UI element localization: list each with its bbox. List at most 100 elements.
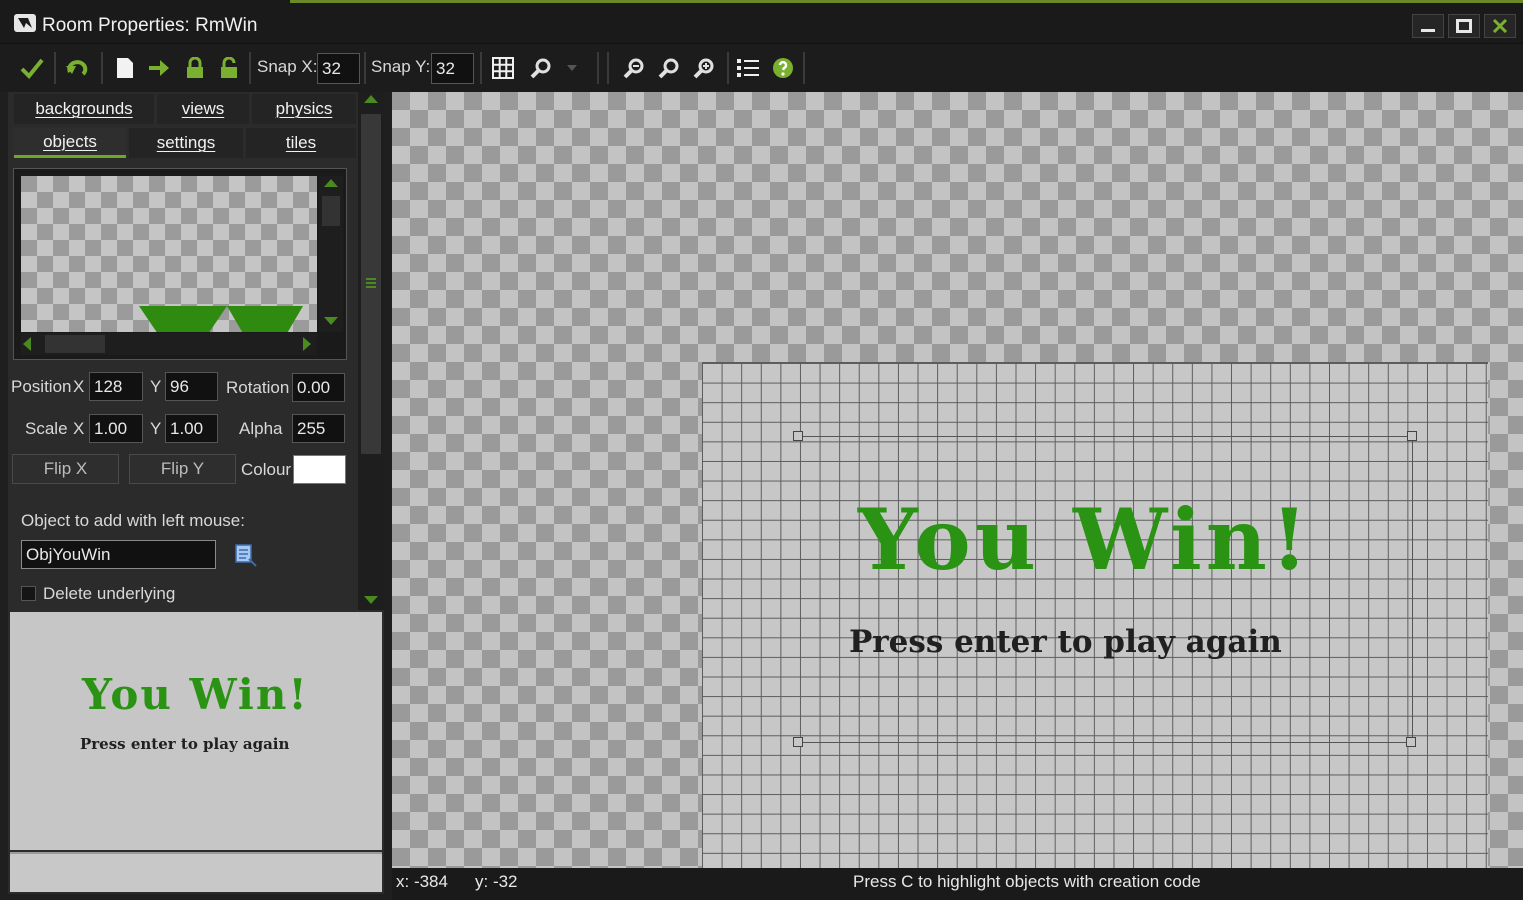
delete-underlying-checkbox[interactable] (21, 586, 36, 601)
toolbar-separator (607, 52, 609, 84)
unlock-all-button[interactable] (214, 53, 244, 83)
scale-label: Scale (25, 419, 68, 438)
snap-x-input[interactable] (317, 53, 360, 84)
ok-button[interactable] (17, 53, 47, 83)
app-icon (14, 14, 36, 32)
object-picker-icon (235, 544, 257, 567)
toolbar-separator (101, 52, 103, 84)
selection-top-edge (798, 436, 1412, 437)
instance-list-button[interactable] (733, 53, 763, 83)
zoom-in-icon (693, 58, 714, 79)
scroll-down-icon[interactable] (323, 316, 339, 326)
zoom-out-icon (623, 58, 644, 79)
close-button[interactable] (1484, 14, 1516, 38)
flip-y-button[interactable]: Flip Y (129, 454, 236, 484)
snap-y-label: Snap Y: (371, 57, 431, 76)
toolbar-separator (727, 52, 729, 84)
selection-bottom-edge (798, 742, 1412, 743)
alpha-label: Alpha (239, 419, 283, 438)
scroll-up-icon[interactable] (363, 94, 379, 104)
scale-x-input[interactable] (89, 414, 143, 443)
tab-tiles[interactable]: tiles (246, 128, 356, 158)
selection-handle-top-left[interactable] (793, 431, 803, 441)
preview-vertical-scrollbar[interactable] (319, 176, 343, 332)
arrow-right-icon (149, 60, 169, 76)
scroll-down-icon[interactable] (363, 595, 379, 605)
scroll-up-icon[interactable] (323, 178, 339, 188)
lock-all-button[interactable] (180, 53, 210, 83)
window-title: Room Properties: RmWin (42, 15, 258, 36)
tab-physics[interactable]: physics (252, 94, 356, 124)
thumbnail-footer (10, 852, 382, 892)
toolbar-separator (54, 52, 56, 84)
room-subheading-text: Press enter to play again (849, 624, 1282, 660)
scroll-right-icon[interactable] (302, 336, 312, 352)
scale-x-label: X (73, 419, 85, 438)
thumbnail-subheading: Press enter to play again (80, 735, 290, 753)
magnifier-icon (530, 58, 551, 79)
help-button[interactable] (768, 53, 798, 83)
lock-icon (187, 57, 203, 78)
scroll-left-icon[interactable] (22, 336, 32, 352)
alpha-input[interactable] (292, 414, 345, 443)
undo-icon (66, 60, 88, 76)
flip-x-button[interactable]: Flip X (12, 454, 119, 484)
maximize-button[interactable] (1448, 14, 1480, 38)
zoom-reset-icon (658, 58, 679, 79)
room-area-grid[interactable] (702, 362, 1488, 868)
scale-y-input[interactable] (165, 414, 218, 443)
toolbar-separator (480, 52, 482, 84)
shift-instances-button[interactable] (144, 53, 174, 83)
object-sprite-preview (21, 176, 317, 332)
cursor-x-readout: x: -384 (396, 872, 448, 891)
snap-y-input[interactable] (431, 53, 474, 84)
tab-backgrounds[interactable]: backgrounds (14, 94, 154, 124)
chevron-down-icon (567, 65, 577, 71)
scale-y-label: Y (150, 419, 162, 438)
minimize-button[interactable] (1412, 14, 1444, 38)
room-thumbnail[interactable]: You Win! Press enter to play again (10, 612, 382, 850)
select-object-button[interactable] (234, 543, 258, 567)
unlock-icon (221, 57, 237, 78)
cursor-y-readout: y: -32 (475, 872, 518, 891)
tab-objects[interactable]: objects (14, 128, 126, 158)
list-icon (737, 59, 759, 77)
object-name-input[interactable] (21, 540, 216, 569)
toolbar-separator (249, 52, 251, 84)
close-icon (1492, 19, 1508, 33)
selection-handle-bottom-right[interactable] (1406, 737, 1416, 747)
help-icon (773, 58, 793, 78)
position-label: Position (11, 377, 72, 396)
scroll-grip-icon (366, 278, 376, 288)
tab-views[interactable]: views (157, 94, 249, 124)
selection-handle-bottom-left[interactable] (793, 737, 803, 747)
undo-button[interactable] (63, 53, 93, 83)
snap-x-label: Snap X: (257, 57, 318, 76)
toggle-grid-button[interactable] (488, 53, 518, 83)
delete-underlying-label: Delete underlying (43, 584, 176, 603)
view-options-dropdown[interactable] (560, 53, 584, 83)
toolbar-separator (364, 52, 366, 84)
position-x-input[interactable] (89, 372, 143, 401)
rotation-input[interactable] (292, 373, 345, 402)
tab-settings[interactable]: settings (129, 128, 243, 158)
left-panel-scrollbar[interactable] (358, 92, 384, 610)
grid-icon (492, 57, 514, 79)
selection-right-edge (1412, 436, 1413, 742)
selection-handle-top-right[interactable] (1407, 431, 1417, 441)
zoom-reset-button[interactable] (654, 53, 684, 83)
position-y-input[interactable] (165, 372, 218, 401)
view-options-button[interactable] (526, 53, 556, 83)
rotation-label: Rotation (226, 378, 290, 397)
zoom-out-button[interactable] (619, 53, 649, 83)
checkmark-icon (20, 58, 44, 79)
thumbnail-heading: You Win! (82, 670, 309, 719)
object-to-add-label: Object to add with left mouse: (21, 511, 245, 530)
position-x-label: X (73, 377, 85, 396)
colour-swatch[interactable] (293, 455, 346, 484)
new-document-icon (117, 58, 133, 78)
clear-room-button[interactable] (110, 53, 140, 83)
preview-horizontal-scrollbar[interactable] (21, 333, 317, 355)
zoom-in-button[interactable] (689, 53, 719, 83)
position-y-label: Y (150, 377, 162, 396)
